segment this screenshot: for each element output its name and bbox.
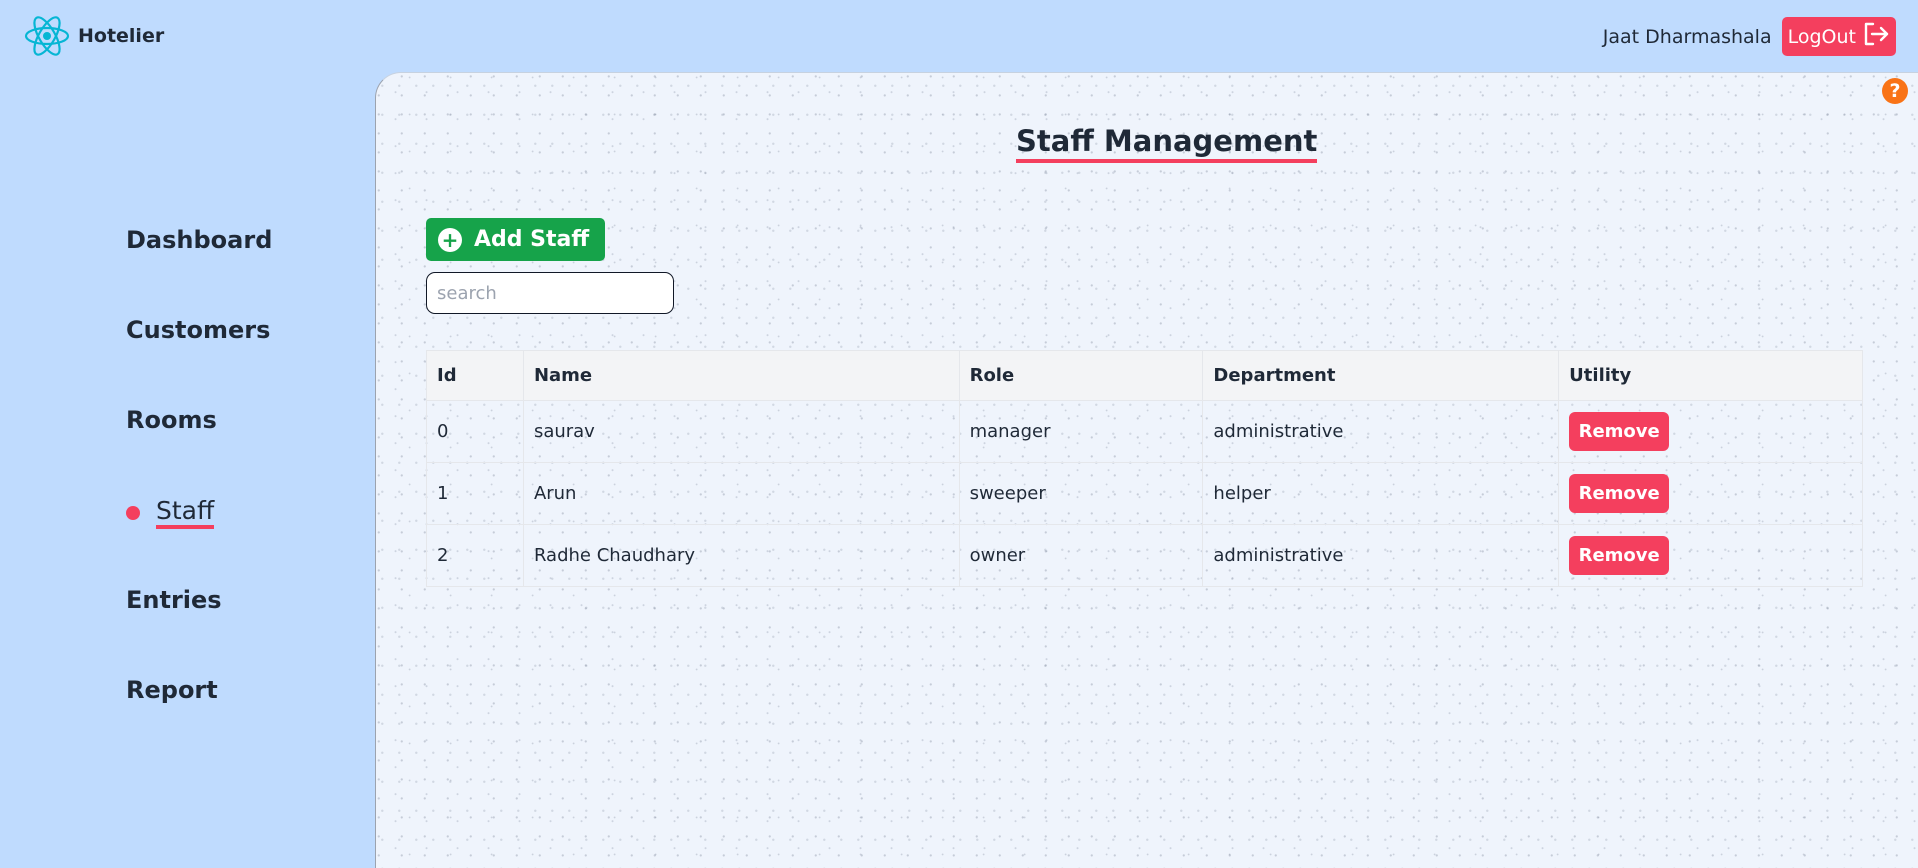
help-icon[interactable]: ? (1882, 78, 1908, 104)
column-header-name: Name (522, 350, 960, 401)
column-header-utility: Utility (1558, 350, 1863, 401)
cell-id: 2 (426, 524, 524, 587)
sidebar-item-label: Customers (126, 316, 271, 344)
sidebar-item-label: Report (126, 676, 218, 704)
column-header-department: Department (1202, 350, 1560, 401)
user-area: Jaat Dharmashala LogOut (1603, 17, 1896, 56)
app-name: Hotelier (78, 25, 165, 47)
cell-department: administrative (1202, 524, 1560, 587)
add-staff-label: Add Staff (474, 227, 590, 252)
cell-id: 0 (426, 400, 524, 463)
cell-name: Radhe Chaudhary (522, 524, 960, 587)
cell-utility: Remove (1558, 400, 1863, 463)
sidebar-item-label: Rooms (126, 406, 217, 434)
column-header-role: Role (958, 350, 1204, 401)
cell-department: administrative (1202, 400, 1560, 463)
remove-button[interactable]: Remove (1569, 474, 1670, 513)
column-header-id: Id (426, 350, 524, 401)
sidebar-item-entries[interactable]: Entries (126, 586, 222, 614)
sidebar-item-customers[interactable]: Customers (126, 316, 270, 344)
react-logo-icon (24, 14, 70, 58)
plus-circle-icon: + (438, 227, 462, 252)
table-header-row: Id Name Role Department Utility (426, 350, 1863, 401)
sidebar-item-rooms[interactable]: Rooms (126, 406, 217, 434)
cell-name: Arun (522, 462, 960, 525)
sidebar-item-label: Staff (156, 497, 215, 529)
logout-button[interactable]: LogOut (1781, 17, 1896, 56)
cell-id: 1 (426, 462, 524, 525)
remove-button[interactable]: Remove (1569, 412, 1670, 451)
active-indicator-dot (126, 505, 140, 520)
cell-role: manager (958, 400, 1204, 463)
remove-button[interactable]: Remove (1569, 536, 1670, 575)
brand[interactable]: Hotelier (24, 14, 164, 58)
sidebar-item-report[interactable]: Report (126, 676, 218, 704)
table-row: 2 Radhe Chaudhary owner administrative R… (426, 524, 1863, 587)
sidebar-item-dashboard[interactable]: Dashboard (126, 226, 272, 254)
cell-utility: Remove (1558, 462, 1863, 525)
user-name: Jaat Dharmashala (1602, 25, 1772, 48)
logout-icon (1862, 21, 1890, 52)
cell-name: saurav (522, 400, 960, 463)
cell-role: owner (958, 524, 1204, 587)
search-input[interactable] (426, 272, 674, 314)
table-row: 0 saurav manager administrative Remove (426, 400, 1863, 463)
table-row: 1 Arun sweeper helper Remove (426, 462, 1863, 525)
cell-role: sweeper (958, 462, 1204, 525)
sidebar-item-label: Dashboard (126, 226, 273, 254)
add-staff-button[interactable]: + Add Staff (426, 218, 605, 261)
sidebar-item-label: Entries (126, 586, 222, 614)
staff-table: Id Name Role Department Utility 0 saurav… (426, 350, 1863, 587)
logout-label: LogOut (1787, 25, 1856, 48)
sidebar-item-staff[interactable]: Staff (126, 497, 215, 529)
cell-utility: Remove (1558, 524, 1863, 587)
page-title: Staff Management (1016, 123, 1318, 164)
cell-department: helper (1202, 462, 1560, 525)
